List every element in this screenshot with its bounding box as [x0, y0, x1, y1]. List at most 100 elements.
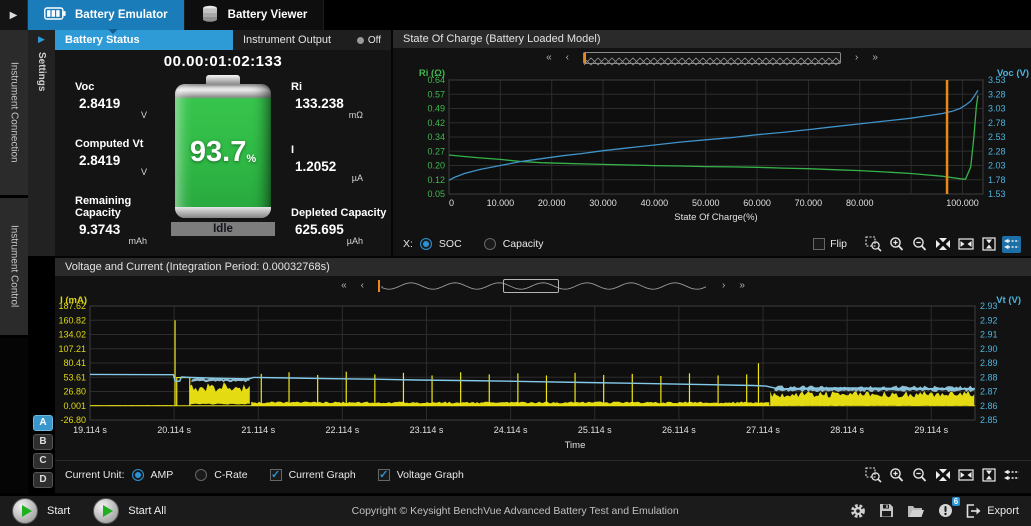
capacity-radio[interactable]: [484, 238, 496, 250]
c-rate-radio-label[interactable]: C-Rate: [214, 469, 247, 481]
svg-text:0.27: 0.27: [427, 146, 445, 156]
scroll-right-button[interactable]: ›: [855, 53, 858, 63]
scroll-left-button[interactable]: ‹: [361, 281, 364, 291]
sidebar-item-settings[interactable]: Settings: [36, 52, 47, 91]
export-icon: [966, 504, 982, 518]
auto-scroll-icon[interactable]: [1002, 236, 1021, 253]
rail-tab-label: Instrument Control: [9, 225, 20, 307]
vi-chart[interactable]: 187.622.93160.822.92134.022.91107.212.90…: [55, 296, 1031, 460]
battery-icon: [44, 7, 66, 23]
save-icon[interactable]: [879, 503, 894, 518]
svg-text:0: 0: [449, 198, 454, 208]
svg-text:2.53: 2.53: [988, 132, 1006, 142]
tab-battery-emulator[interactable]: Battery Emulator: [28, 0, 185, 30]
svg-text:2.87: 2.87: [980, 387, 998, 397]
fit-vertical-icon[interactable]: [979, 466, 998, 483]
zoom-region-icon[interactable]: [864, 466, 883, 483]
cursor-marker: [584, 53, 586, 63]
svg-text:10.000: 10.000: [487, 198, 515, 208]
zoom-out-icon[interactable]: [910, 236, 929, 253]
output-toggle[interactable]: Off: [357, 35, 381, 46]
fit-both-axes-icon[interactable]: [933, 236, 952, 253]
svg-text:20.000: 20.000: [538, 198, 566, 208]
expand-settings-icon[interactable]: ▶: [38, 35, 45, 44]
scroll-far-left-button[interactable]: «: [546, 53, 552, 63]
soc-chart-scrollbar: « ‹ › »: [393, 48, 1031, 68]
zoom-in-icon[interactable]: [887, 466, 906, 483]
fit-horizontal-icon[interactable]: [956, 236, 975, 253]
flip-label[interactable]: Flip: [830, 238, 847, 250]
fit-horizontal-icon[interactable]: [956, 466, 975, 483]
svg-text:25.114 s: 25.114 s: [578, 425, 612, 435]
open-folder-icon[interactable]: [907, 504, 925, 518]
sidebar-item-instrument-control[interactable]: Instrument Control: [0, 198, 28, 338]
svg-text:24.114 s: 24.114 s: [494, 425, 528, 435]
soc-radio-label[interactable]: SOC: [439, 238, 462, 250]
voltage-graph-checkbox[interactable]: ✓: [378, 469, 390, 481]
amp-radio-label[interactable]: AMP: [151, 469, 174, 481]
scroll-right-button[interactable]: ›: [722, 281, 725, 291]
scroll-far-left-button[interactable]: «: [341, 281, 347, 291]
svg-text:2.86: 2.86: [980, 401, 998, 411]
svg-text:2.03: 2.03: [988, 161, 1006, 171]
tab-battery-viewer[interactable]: Battery Viewer: [185, 0, 325, 30]
svg-text:53.61: 53.61: [63, 372, 86, 382]
auto-scroll-icon[interactable]: [1002, 466, 1021, 483]
capacity-radio-label[interactable]: Capacity: [503, 238, 544, 250]
zoom-in-icon[interactable]: [887, 236, 906, 253]
sidebar-item-instrument-connection[interactable]: Instrument Connection: [0, 30, 28, 198]
current-graph-label[interactable]: Current Graph: [289, 469, 356, 481]
svg-text:1.78: 1.78: [988, 175, 1006, 185]
scroll-far-right-button[interactable]: »: [872, 53, 878, 63]
flip-checkbox[interactable]: [813, 238, 825, 250]
battery-status-tab[interactable]: Battery Status: [55, 30, 233, 50]
channel-button-c[interactable]: C: [33, 453, 53, 469]
start-button-label[interactable]: Start: [47, 505, 70, 517]
metric-remaining-capacity: Remaining Capacity 9.3743 mAh: [59, 195, 171, 246]
channel-selector: A B C D: [28, 415, 55, 493]
amp-radio[interactable]: [132, 469, 144, 481]
fit-both-axes-icon[interactable]: [933, 466, 952, 483]
current-unit-prefix-label: Current Unit:: [65, 469, 125, 481]
scroll-left-button[interactable]: ‹: [566, 53, 569, 63]
main-body: Instrument Connection Instrument Control…: [0, 30, 1031, 493]
svg-text:27.114 s: 27.114 s: [746, 425, 780, 435]
start-button[interactable]: [12, 498, 38, 524]
svg-text:0.42: 0.42: [427, 118, 445, 128]
cursor-marker: [378, 280, 380, 292]
error-log-icon[interactable]: 6: [938, 503, 953, 518]
scroll-far-right-button[interactable]: »: [739, 281, 745, 291]
soc-chart[interactable]: 0.643.530.573.280.493.030.422.780.342.53…: [393, 68, 1031, 232]
fit-vertical-icon[interactable]: [979, 236, 998, 253]
vi-controls: Current Unit: AMP C-Rate ✓ Current Graph…: [55, 460, 1031, 488]
settings-gear-icon[interactable]: [850, 503, 866, 519]
svg-text:160.82: 160.82: [58, 315, 86, 325]
tab-label: Battery Emulator: [75, 9, 168, 21]
channel-button-d[interactable]: D: [33, 472, 53, 488]
channel-button-a[interactable]: A: [33, 415, 53, 431]
voltage-graph-label[interactable]: Voltage Graph: [397, 469, 464, 481]
start-all-button[interactable]: [93, 498, 119, 524]
metric-current: I 1.2052 µA: [275, 144, 387, 183]
export-button[interactable]: Export: [966, 504, 1019, 518]
zoom-region-icon[interactable]: [864, 236, 883, 253]
collapse-panel-button[interactable]: ▶: [0, 0, 28, 30]
svg-text:80.000: 80.000: [846, 198, 874, 208]
scrollbar-thumb[interactable]: [503, 279, 559, 293]
battery-status-panel: Battery Status Instrument Output Off 00.…: [55, 30, 391, 256]
soc-radio[interactable]: [420, 238, 432, 250]
channel-button-b[interactable]: B: [33, 434, 53, 450]
metric-voc: Voc 2.8419 V: [59, 81, 171, 120]
svg-text:26.80: 26.80: [63, 387, 86, 397]
zoom-out-icon[interactable]: [910, 466, 929, 483]
start-all-button-label[interactable]: Start All: [128, 505, 166, 517]
svg-text:2.89: 2.89: [980, 358, 998, 368]
c-rate-radio[interactable]: [195, 469, 207, 481]
scrollbar-thumb[interactable]: [583, 52, 841, 64]
svg-text:0.20: 0.20: [427, 161, 445, 171]
svg-text:40.000: 40.000: [641, 198, 669, 208]
waveform-overview[interactable]: [378, 279, 708, 293]
charge-percent-value: 93.7: [190, 136, 246, 169]
metric-ri: Ri 133.238 mΩ: [275, 81, 387, 120]
current-graph-checkbox[interactable]: ✓: [270, 469, 282, 481]
